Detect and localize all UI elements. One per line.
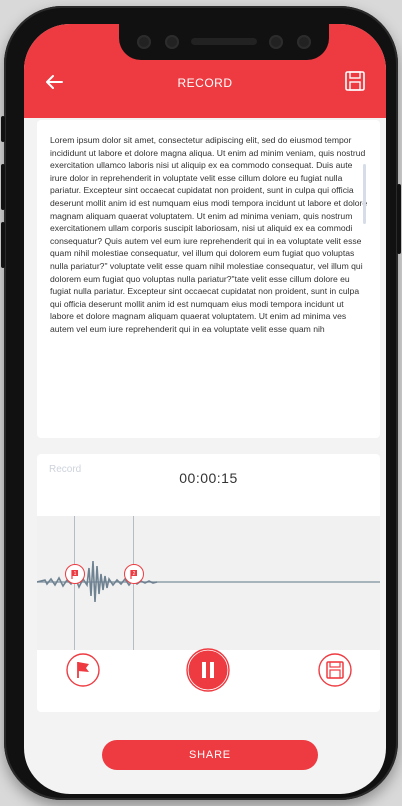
marker-1[interactable]: 1 <box>65 564 85 584</box>
phone-frame: RECORD Lorem ipsum dolor sit amet, conse… <box>1 6 401 800</box>
sensor-dot <box>297 35 311 49</box>
transcript-card: Lorem ipsum dolor sit amet, consectetur … <box>37 120 380 438</box>
marker-1-label: 1 <box>74 571 77 577</box>
power-button <box>397 184 401 254</box>
transcript-text: Lorem ipsum dolor sit amet, consectetur … <box>50 135 368 334</box>
waveform-area[interactable]: 1 2 <box>37 516 380 650</box>
add-flag-button[interactable] <box>65 652 101 688</box>
marker-2[interactable]: 2 <box>124 564 144 584</box>
flag-icon: 2 <box>130 570 137 579</box>
volume-down-button <box>1 222 5 268</box>
pause-button[interactable] <box>186 648 230 692</box>
page-title: RECORD <box>177 76 233 90</box>
sensor-dot <box>165 35 179 49</box>
speaker-grille <box>191 38 257 45</box>
share-button[interactable]: SHARE <box>102 740 318 770</box>
save-recording-button[interactable] <box>317 652 353 688</box>
waveform <box>37 560 380 603</box>
marker-2-label: 2 <box>133 571 136 577</box>
scrollbar[interactable] <box>363 164 366 224</box>
sensor-dot <box>137 35 151 49</box>
camera-dot <box>269 35 283 49</box>
pause-icon <box>202 662 206 678</box>
screen: RECORD Lorem ipsum dolor sit amet, conse… <box>24 24 386 794</box>
mute-switch <box>1 116 5 142</box>
flag-icon: 1 <box>71 570 78 579</box>
notch <box>119 24 329 60</box>
recorder-card: Record 00:00:15 1 2 <box>37 454 380 712</box>
floppy-disk-icon[interactable] <box>344 70 366 92</box>
elapsed-timer: 00:00:15 <box>179 470 238 486</box>
volume-up-button <box>1 164 5 210</box>
